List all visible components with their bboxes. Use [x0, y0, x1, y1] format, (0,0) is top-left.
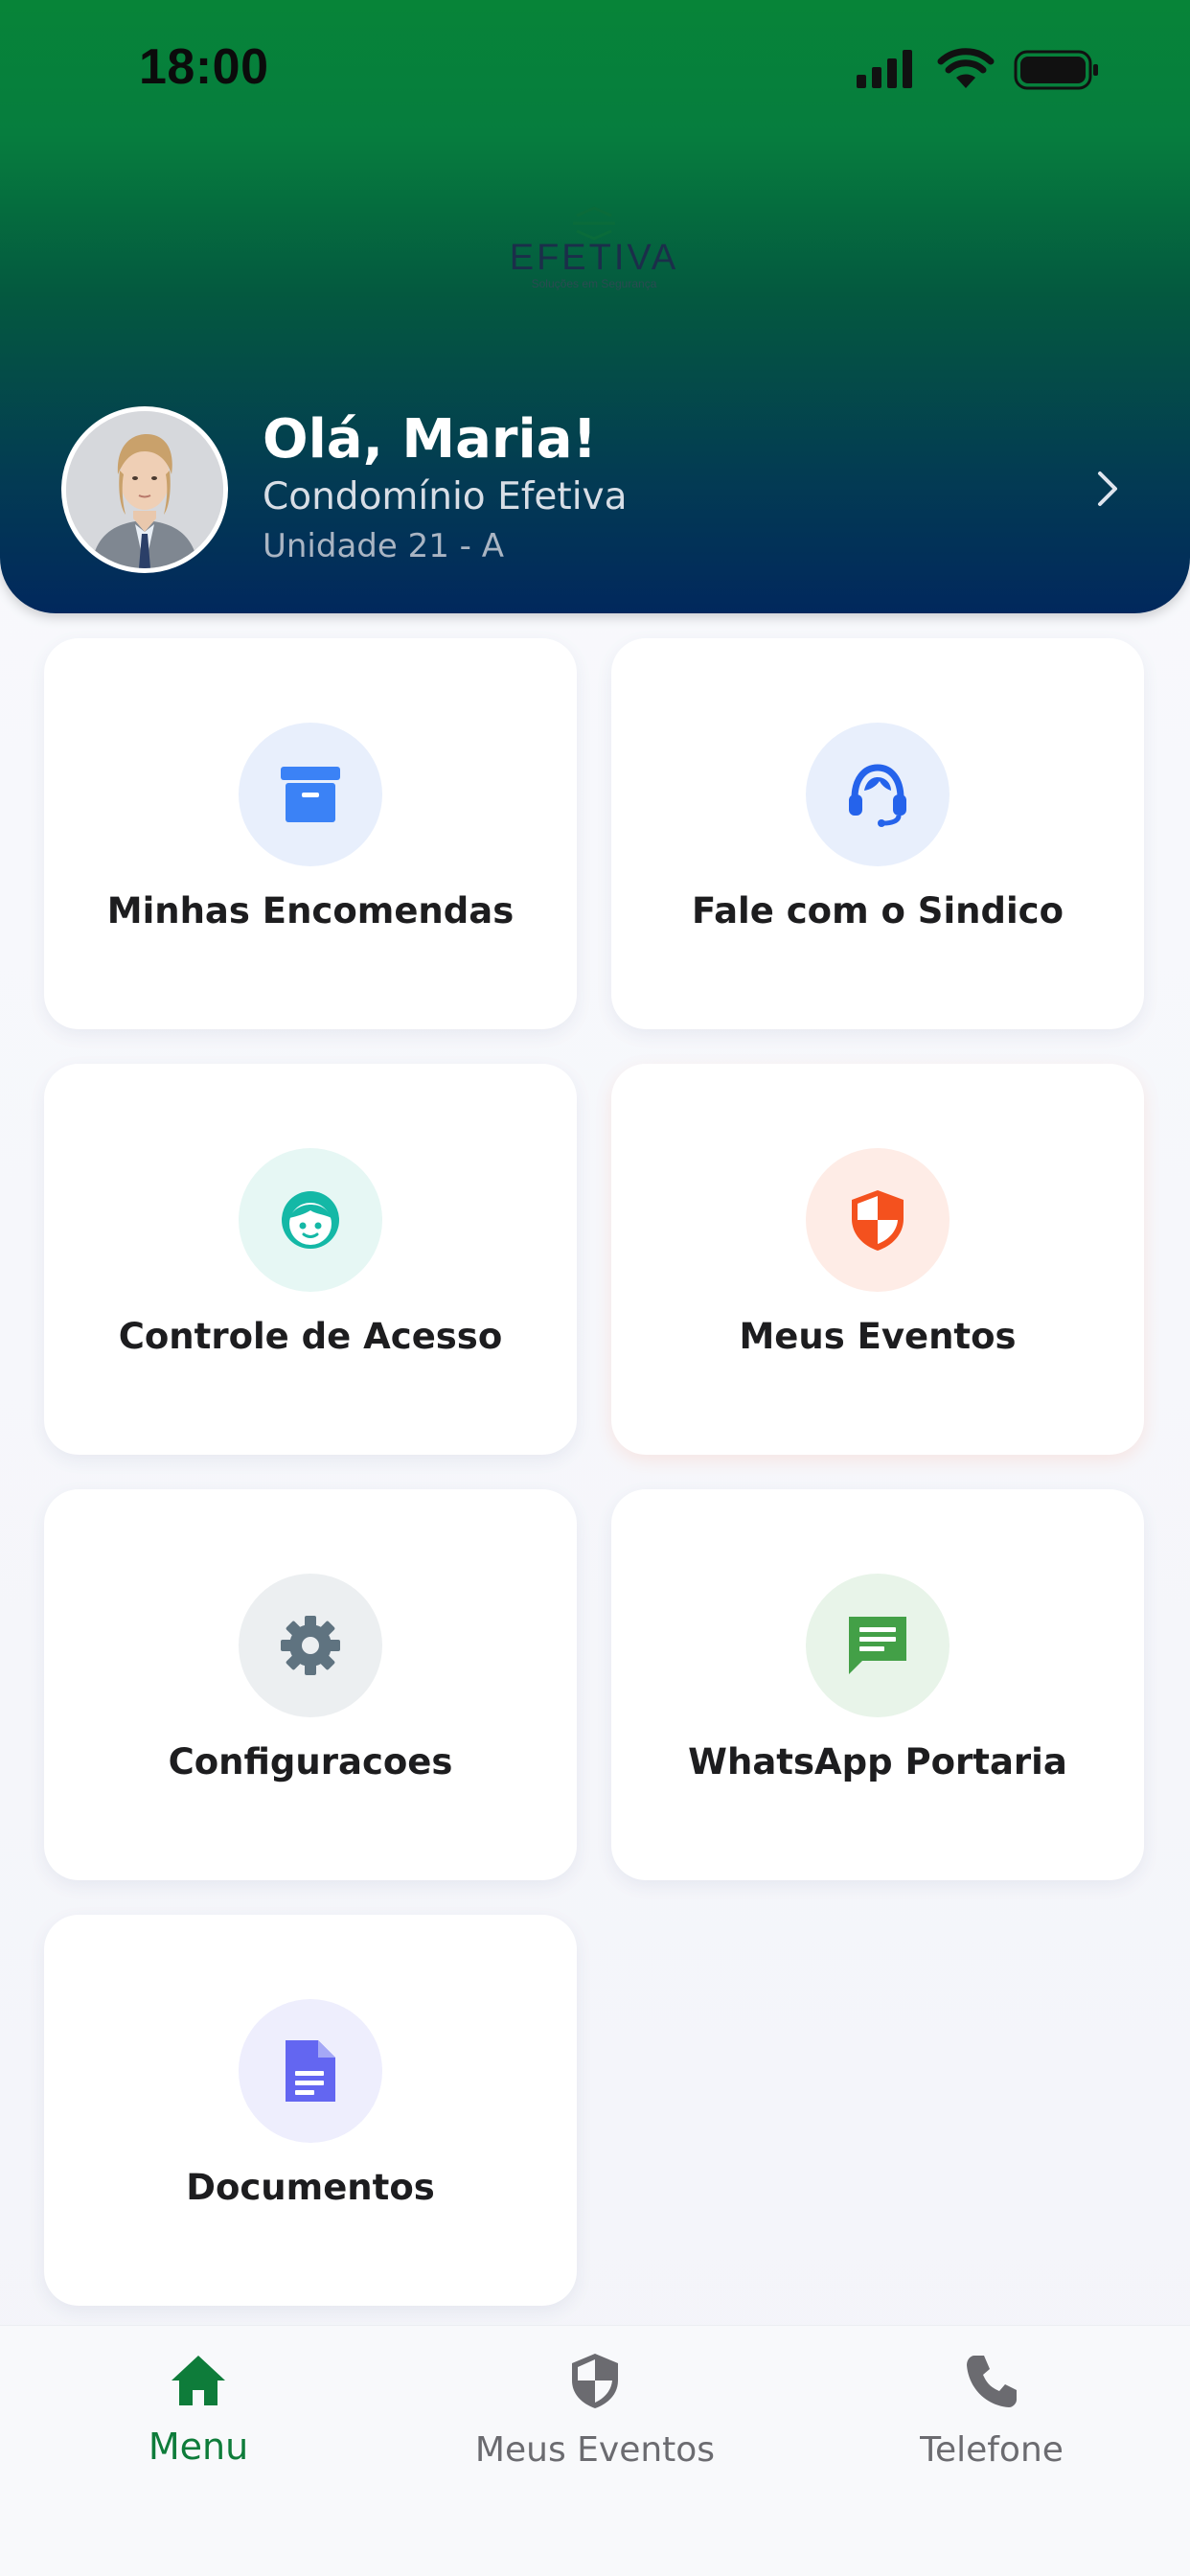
phone-icon [967, 2356, 1017, 2407]
status-bar-icons [853, 46, 1102, 94]
nav-label: Telefone [920, 2430, 1064, 2470]
menu-card-label: Meus Eventos [739, 1316, 1017, 1357]
unit-label: Unidade 21 - A [263, 527, 505, 565]
icon-circle [239, 1574, 382, 1717]
menu-card-encomendas[interactable]: Minhas Encomendas [44, 638, 577, 1029]
icon-circle [239, 1999, 382, 2143]
package-box-icon [281, 767, 340, 822]
avatar[interactable] [61, 406, 228, 573]
menu-card-label: Minhas Encomendas [106, 890, 515, 932]
nav-item-telefone[interactable]: Telefone [848, 2326, 1135, 2479]
company-logo: EFETIVA Soluções em Segurança [498, 206, 690, 297]
menu-card-label: WhatsApp Portaria [688, 1741, 1067, 1782]
icon-circle [806, 723, 950, 866]
face-icon [282, 1191, 339, 1249]
menu-card-label: Fale com o Sindico [691, 890, 1064, 932]
logo-tagline: Soluções em Segurança [531, 277, 657, 290]
bottom-navigation: Menu Meus Eventos Telefone [0, 2325, 1190, 2576]
condominium-name: Condomínio Efetiva [263, 475, 628, 518]
status-bar-time: 18:00 [139, 39, 269, 95]
shield-icon [572, 2354, 618, 2408]
chat-message-icon [849, 1617, 906, 1674]
menu-card-whatsapp-portaria[interactable]: WhatsApp Portaria [611, 1489, 1144, 1880]
icon-circle [806, 1148, 950, 1292]
headset-support-icon [849, 764, 906, 827]
nav-label: Menu [148, 2426, 249, 2468]
menu-card-meus-eventos[interactable]: Meus Eventos [611, 1064, 1144, 1455]
profile-header: 18:00 EFETIVA Soluções em Segurança Olá,… [0, 0, 1190, 613]
menu-card-sindico[interactable]: Fale com o Sindico [611, 638, 1144, 1029]
logo-mark-icon [573, 206, 615, 241]
greeting-text: Olá, Maria! [263, 408, 598, 471]
chevron-right-icon[interactable] [1088, 468, 1127, 510]
icon-circle [806, 1574, 950, 1717]
gear-icon [281, 1616, 340, 1675]
menu-card-label: Configuracoes [168, 1741, 453, 1782]
signal-wifi-battery-icon [857, 48, 1098, 90]
icon-circle [239, 723, 382, 866]
menu-card-configuracoes[interactable]: Configuracoes [44, 1489, 577, 1880]
user-photo [66, 411, 223, 568]
logo-wordmark: EFETIVA [509, 238, 679, 278]
nav-item-meus-eventos[interactable]: Meus Eventos [451, 2326, 739, 2479]
menu-card-label: Documentos [186, 2167, 435, 2208]
icon-circle [239, 1148, 382, 1292]
home-icon [172, 2356, 225, 2405]
menu-card-label: Controle de Acesso [118, 1316, 503, 1357]
shield-icon [852, 1190, 904, 1251]
nav-item-menu[interactable]: Menu [55, 2326, 342, 2479]
document-icon [286, 2040, 335, 2102]
nav-label: Meus Eventos [474, 2430, 716, 2470]
menu-card-controle-acesso[interactable]: Controle de Acesso [44, 1064, 577, 1455]
menu-card-documentos[interactable]: Documentos [44, 1915, 577, 2306]
